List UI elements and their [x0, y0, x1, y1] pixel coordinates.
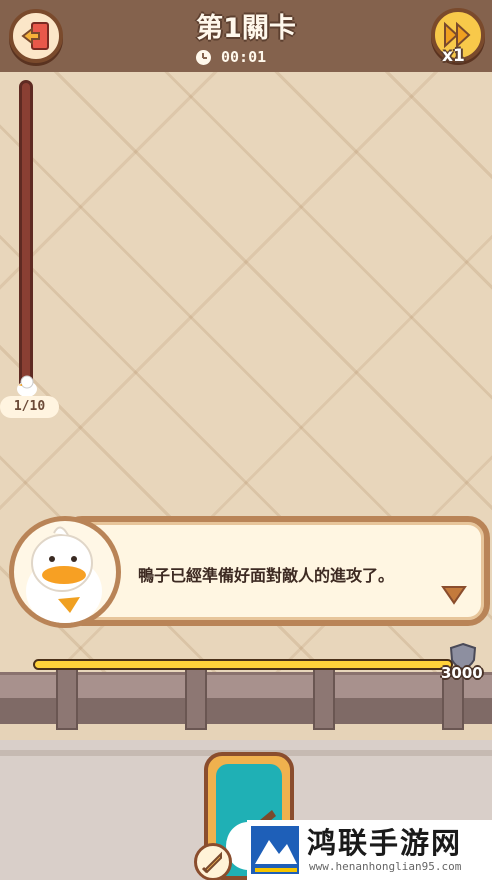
level-title: 第1關卡	[196, 13, 296, 44]
duck-marker-icon	[17, 375, 37, 397]
watermark-title: 鸿联手游网	[307, 826, 463, 860]
timer: 00:01	[196, 46, 266, 68]
duck-portrait	[9, 516, 121, 628]
wall-hp-value: 3000	[441, 664, 483, 682]
timer-value: 00:01	[221, 48, 267, 66]
sword-icon	[201, 851, 222, 874]
dialog-text: 鴨子已經準備好面對敵人的進攻了。	[138, 566, 395, 585]
unit-card-label: L	[236, 842, 245, 857]
wall-hp-fill	[35, 661, 451, 668]
watermark: 鸿联手游网 www.henanhonglian95.com	[247, 820, 492, 880]
watermark-logo-icon	[251, 826, 299, 874]
wall-post	[56, 668, 78, 730]
wall-post	[185, 668, 207, 730]
wave-progress-bar	[19, 80, 33, 392]
watermark-url: www.henanhonglian95.com	[309, 860, 462, 873]
wall-post	[313, 668, 335, 730]
next-arrow-icon[interactable]	[441, 585, 467, 605]
speed-label: x1	[442, 46, 465, 66]
wall-hp-bar	[33, 659, 453, 670]
exit-door-icon	[21, 22, 49, 50]
clock-icon	[196, 49, 211, 65]
wave-counter: 1/10	[0, 396, 59, 418]
attack-upgrade-button[interactable]	[194, 843, 232, 880]
duck-avatar-icon	[26, 526, 102, 623]
exit-button[interactable]	[9, 9, 63, 63]
